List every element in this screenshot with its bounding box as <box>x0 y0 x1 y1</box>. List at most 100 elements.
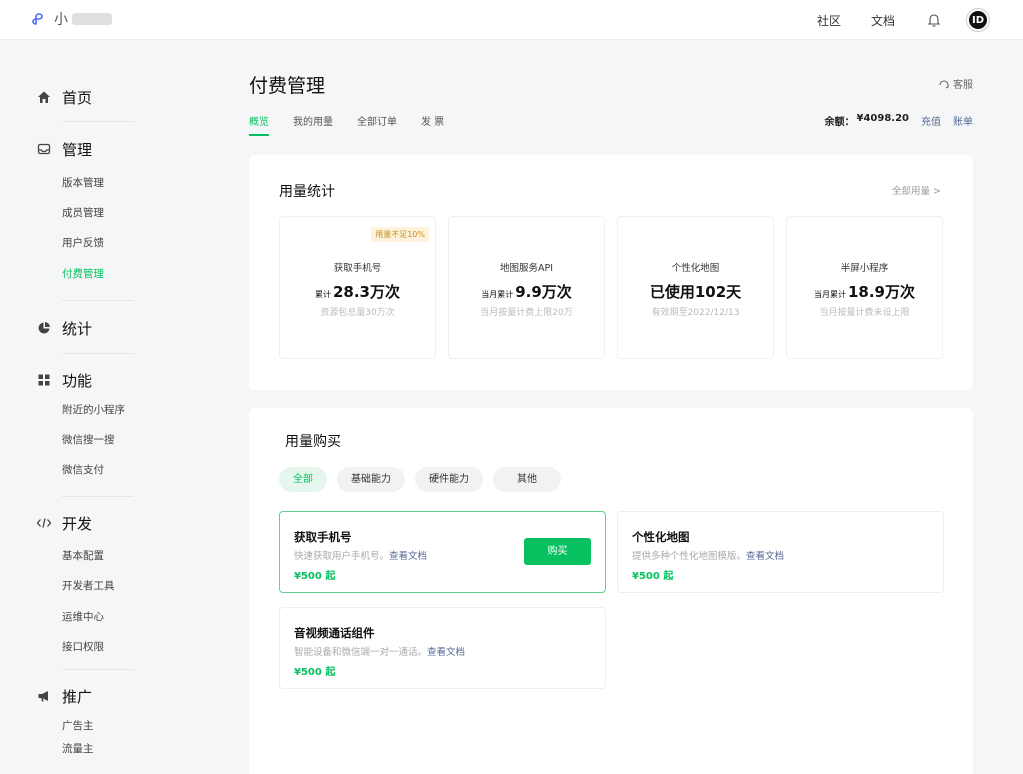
usage-stat-card: 个性化地图 已使用102天 有效期至2022/12/13 <box>617 216 774 359</box>
sidebar-home-label: 首页 <box>62 88 93 107</box>
usage-stat-prefix: 当月累计 <box>813 290 846 299</box>
sidebar-dev-label: 开发 <box>62 514 93 533</box>
sidebar-divider <box>62 121 134 122</box>
product-name: 音视频通话组件 <box>294 626 375 640</box>
usage-stat-number: 已使用102天 <box>649 283 742 301</box>
usage-purchase-card: 用量购买 全部 基础能力 硬件能力 其他 获取手机号 快速获取用户手机号。查看文… <box>249 408 973 774</box>
usage-stat-number: 9.9万次 <box>515 283 572 301</box>
product-card-map[interactable]: 个性化地图 提供多种个性化地图模版。查看文档 ¥500 起 <box>617 511 944 593</box>
tab-my-usage[interactable]: 我的用量 <box>293 113 333 136</box>
usage-purchase-title: 用量购买 <box>285 434 341 450</box>
sidebar-item-stats[interactable]: 统计 <box>36 317 92 339</box>
headset-icon <box>939 79 949 88</box>
product-desc: 快速获取用户手机号。查看文档 <box>294 548 427 562</box>
usage-stat-name: 获取手机号 <box>333 263 382 274</box>
app-name-redacted <box>72 13 112 25</box>
sidebar-section-features[interactable]: 功能 <box>36 369 92 391</box>
code-icon <box>36 515 52 531</box>
sidebar-item-publisher[interactable]: 流量主 <box>62 741 94 756</box>
category-filter: 全部 基础能力 硬件能力 其他 <box>279 467 571 492</box>
usage-stat-card: 地图服务API 当月累计 9.9万次 当月按量计费上限20万 <box>448 216 605 359</box>
usage-stat-sub: 当月按量计费未设上限 <box>819 308 910 318</box>
sidebar-item-api-permissions[interactable]: 接口权限 <box>62 639 104 654</box>
page-title: 付费管理 <box>249 75 326 97</box>
usage-stat-sub: 当月按量计费上限20万 <box>480 308 573 318</box>
sidebar-item-billing[interactable]: 付费管理 <box>62 266 104 281</box>
sidebar-item-ops[interactable]: 运维中心 <box>62 609 104 624</box>
product-desc: 提供多种个性化地图模版。查看文档 <box>632 548 784 562</box>
sidebar-item-nearby[interactable]: 附近的小程序 <box>62 402 125 417</box>
usage-stat-name: 地图服务API <box>499 263 554 274</box>
view-doc-link[interactable]: 查看文档 <box>427 647 465 658</box>
sidebar-item-search[interactable]: 微信搜一搜 <box>62 432 115 447</box>
grid-icon <box>36 372 52 388</box>
product-desc-text: 智能设备和微信端一对一通话。 <box>294 647 428 658</box>
pie-chart-icon <box>36 320 52 336</box>
customer-service-label: 客服 <box>953 80 973 91</box>
sidebar-item-pay[interactable]: 微信支付 <box>62 462 104 477</box>
product-name: 获取手机号 <box>294 530 352 544</box>
sidebar-item-members[interactable]: 成员管理 <box>62 205 104 220</box>
bill-link[interactable]: 账单 <box>953 113 973 128</box>
bell-icon[interactable] <box>925 11 943 29</box>
usage-stat-number: 18.9万次 <box>847 283 915 301</box>
sidebar-item-config[interactable]: 基本配置 <box>62 548 104 563</box>
usage-stat-value: 已使用102天 <box>618 281 773 302</box>
product-price: ¥500 起 <box>294 571 336 582</box>
sidebar-section-promo[interactable]: 推广 <box>36 685 92 707</box>
billing-tabs: 概览 我的用量 全部订单 发 票 <box>249 113 468 136</box>
sidebar-divider <box>62 669 134 670</box>
balance-label: 余额： <box>824 117 855 128</box>
tab-invoice[interactable]: 发 票 <box>421 113 444 136</box>
tab-overview[interactable]: 概览 <box>249 113 269 136</box>
balance-amount: ¥4098.20 <box>856 113 909 124</box>
filter-chip-basic[interactable]: 基础能力 <box>337 467 405 492</box>
megaphone-icon <box>36 688 52 704</box>
app-name: 小 <box>54 12 68 28</box>
usage-stat-value: 当月累计 18.9万次 <box>787 281 942 302</box>
sidebar-item-version[interactable]: 版本管理 <box>62 175 104 190</box>
usage-stat-prefix: 当月累计 <box>481 290 514 299</box>
usage-stat-value: 累计 28.3万次 <box>280 281 435 302</box>
sidebar-section-manage[interactable]: 管理 <box>36 138 92 160</box>
product-price: ¥500 起 <box>294 667 336 678</box>
usage-stat-sub: 资源包总量30万次 <box>320 308 395 318</box>
product-card-phone[interactable]: 获取手机号 快速获取用户手机号。查看文档 ¥500 起 购买 <box>279 511 606 593</box>
usage-stat-card: 半屏小程序 当月累计 18.9万次 当月按量计费未设上限 <box>786 216 943 359</box>
product-card-av-call[interactable]: 音视频通话组件 智能设备和微信端一对一通话。查看文档 ¥500 起 <box>279 607 606 689</box>
community-link[interactable]: 社区 <box>817 12 841 29</box>
sidebar-divider <box>62 353 134 354</box>
low-usage-badge: 用量不足10% <box>371 227 429 242</box>
sidebar-section-dev[interactable]: 开发 <box>36 512 92 534</box>
sidebar-item-home[interactable]: 首页 <box>36 86 92 108</box>
usage-stat-name: 个性化地图 <box>671 263 720 274</box>
sidebar: 首页 管理 版本管理 成员管理 用户反馈 付费管理 统计 功能 附近的小程序 微… <box>0 40 225 774</box>
recharge-link[interactable]: 充值 <box>921 113 941 128</box>
mini-program-logo-icon <box>32 13 43 25</box>
avatar[interactable]: ID <box>967 9 989 31</box>
view-doc-link[interactable]: 查看文档 <box>389 551 427 562</box>
filter-chip-other[interactable]: 其他 <box>493 467 561 492</box>
sidebar-item-devtools[interactable]: 开发者工具 <box>62 578 115 593</box>
docs-link[interactable]: 文档 <box>871 12 895 29</box>
usage-stat-sub: 有效期至2022/12/13 <box>651 308 740 318</box>
home-icon <box>36 89 52 105</box>
sidebar-divider <box>62 300 134 301</box>
sidebar-divider <box>62 496 134 497</box>
sidebar-item-feedback[interactable]: 用户反馈 <box>62 235 104 250</box>
usage-stat-prefix: 累计 <box>314 290 331 299</box>
buy-button[interactable]: 购买 <box>524 538 591 565</box>
sidebar-promo-label: 推广 <box>62 687 93 706</box>
tab-all-orders[interactable]: 全部订单 <box>357 113 397 136</box>
view-doc-link[interactable]: 查看文档 <box>746 551 784 562</box>
product-price: ¥500 起 <box>632 571 674 582</box>
product-desc: 智能设备和微信端一对一通话。查看文档 <box>294 644 465 658</box>
customer-service-link[interactable]: 客服 <box>938 76 973 91</box>
filter-chip-hardware[interactable]: 硬件能力 <box>415 467 483 492</box>
sidebar-item-advertiser[interactable]: 广告主 <box>62 718 94 733</box>
top-bar: 小 社区 文档 ID <box>0 0 1023 40</box>
filter-chip-all[interactable]: 全部 <box>279 467 327 492</box>
app-logo[interactable]: 小 <box>30 9 112 29</box>
all-usage-link[interactable]: 全部用量 > <box>892 183 941 197</box>
sidebar-manage-label: 管理 <box>62 140 93 159</box>
